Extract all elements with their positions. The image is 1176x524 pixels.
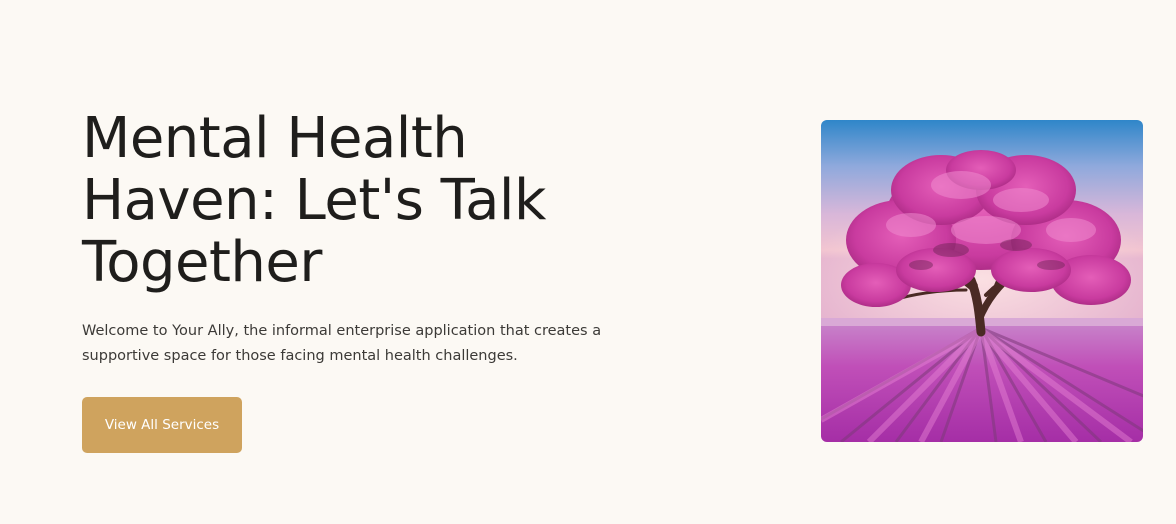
hero-section: Mental Health Haven: Let's Talk Together… xyxy=(0,0,1176,524)
view-all-services-button[interactable]: View All Services xyxy=(82,397,242,453)
hero-title: Mental Health Haven: Let's Talk Together xyxy=(82,106,546,295)
hero-description: Welcome to Your Ally, the informal enter… xyxy=(82,323,602,364)
hero-image xyxy=(821,120,1143,442)
